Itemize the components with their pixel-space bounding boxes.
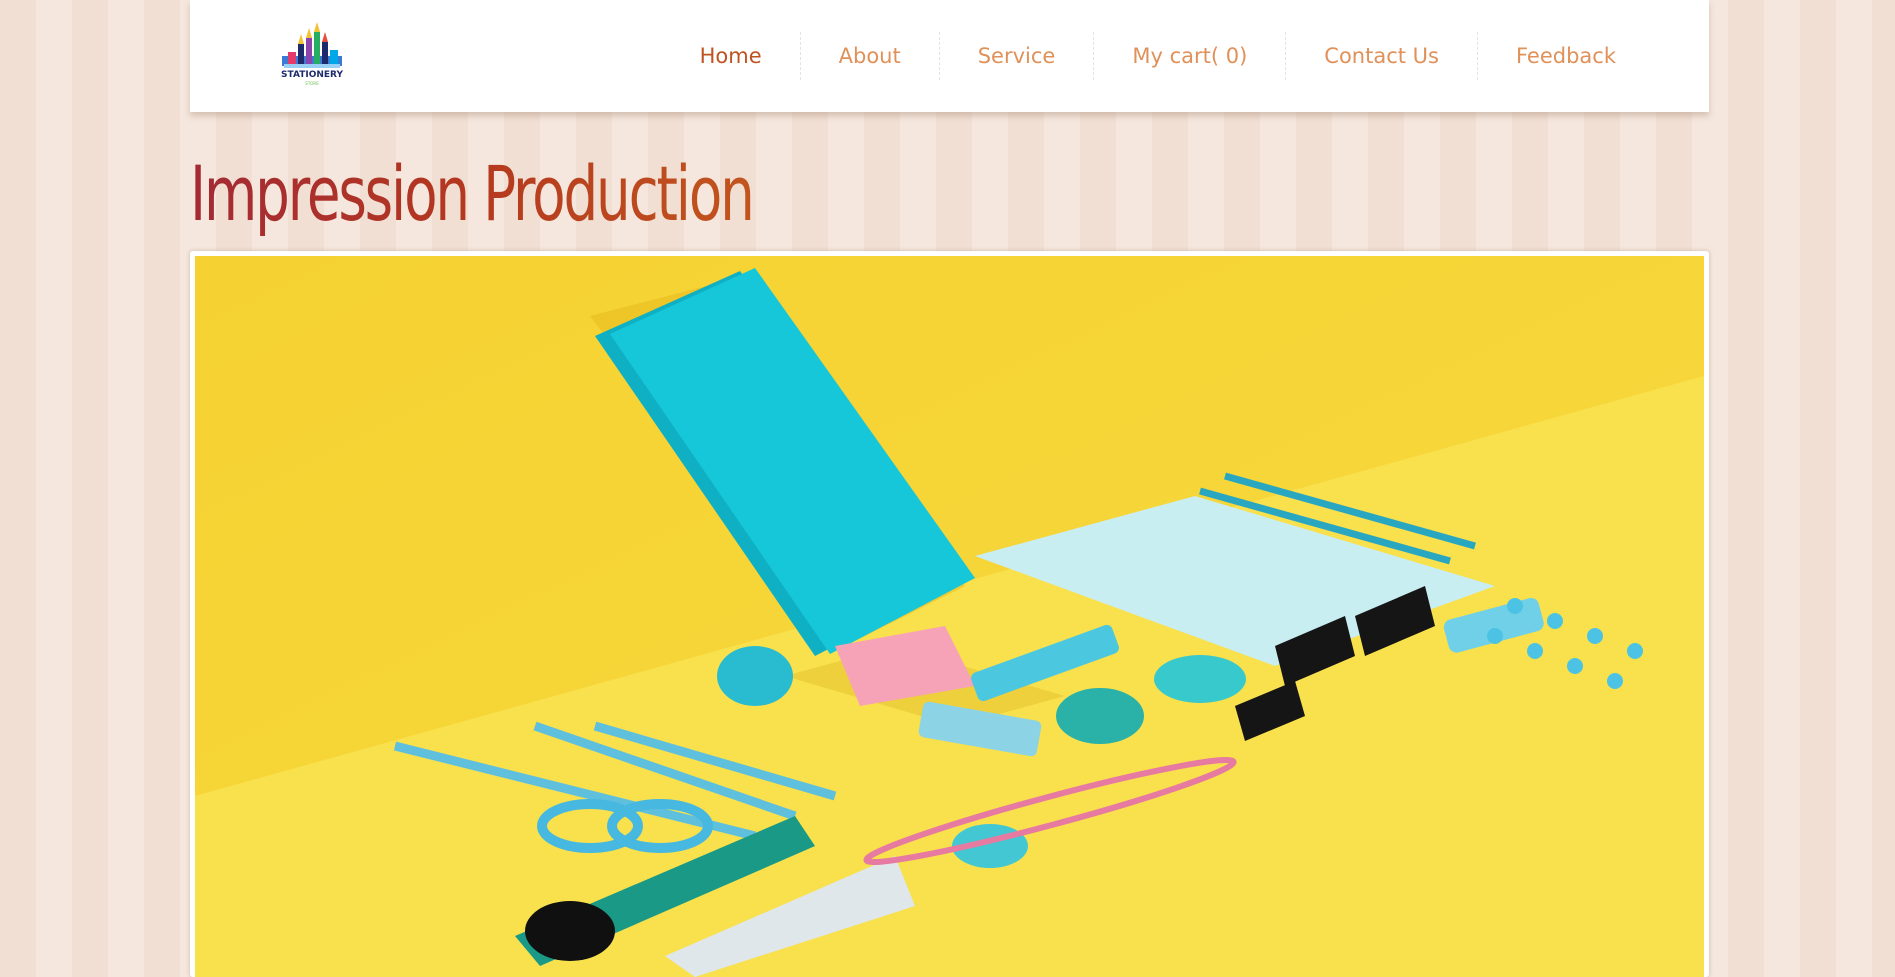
nav-contact-us[interactable]: Contact Us [1285, 32, 1477, 80]
main-nav: Home About Service My cart( 0) Contact U… [662, 32, 1654, 80]
page-title: Impression Production [190, 149, 755, 238]
nav-feedback[interactable]: Feedback [1476, 32, 1654, 80]
logo-subtext: STORE [305, 81, 319, 86]
nav-about[interactable]: About [799, 32, 939, 80]
hero-banner [190, 251, 1709, 977]
nav-service[interactable]: Service [938, 32, 1094, 80]
stationery-flatlay-image [195, 256, 1704, 977]
stationery-store-logo[interactable]: STATIONERY STORE [274, 18, 350, 90]
site-header: STATIONERY STORE Home About Service My c… [190, 0, 1709, 112]
nav-home[interactable]: Home [662, 32, 800, 80]
pencils-logo-icon [282, 22, 342, 68]
logo-text: STATIONERY [281, 70, 343, 80]
nav-my-cart[interactable]: My cart( 0) [1093, 32, 1285, 80]
